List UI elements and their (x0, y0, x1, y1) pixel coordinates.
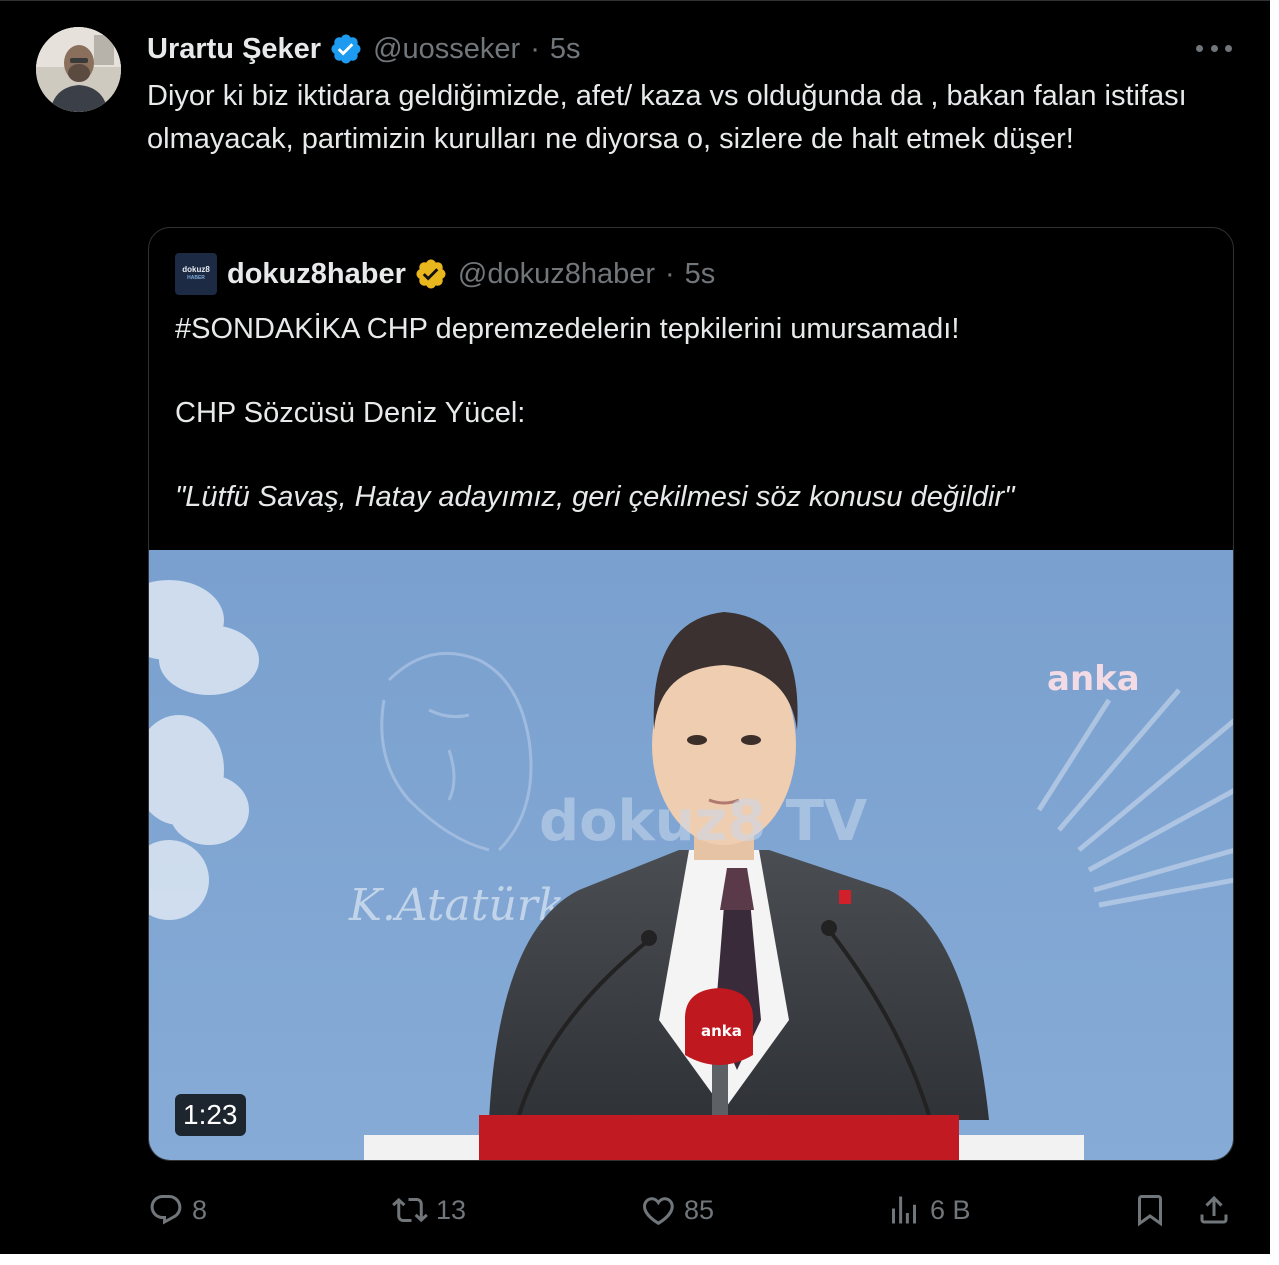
reply-icon (150, 1195, 182, 1225)
retweet-button[interactable]: 13 (392, 1187, 466, 1233)
share-button[interactable] (1196, 1187, 1240, 1233)
video-thumbnail[interactable]: K.Atatürk anka dokuz8 TV anka (149, 550, 1234, 1161)
logo-subtext: HABER (187, 275, 205, 281)
like-button[interactable]: 85 (640, 1187, 714, 1233)
quoted-header: dokuz8 HABER dokuz8haber @dokuz8haber · … (175, 253, 716, 295)
quoted-avatar[interactable]: dokuz8 HABER (175, 253, 217, 295)
video-player[interactable]: K.Atatürk anka dokuz8 TV anka 1:23 (149, 550, 1234, 1161)
verified-badge-icon (331, 34, 361, 64)
quoted-author-name[interactable]: dokuz8haber (227, 258, 406, 291)
like-icon (643, 1197, 674, 1226)
avatar[interactable] (36, 27, 121, 112)
more-horizontal-icon[interactable] (1196, 35, 1232, 61)
quoted-timestamp[interactable]: 5s (685, 258, 716, 291)
action-bar: 8 13 85 6 B (148, 1187, 1238, 1233)
views-count: 6 B (930, 1194, 971, 1225)
anka-watermark: anka (1047, 659, 1140, 699)
retweet-count: 13 (436, 1194, 467, 1225)
dokuz8-watermark: dokuz8 TV (539, 789, 868, 854)
podium (479, 1115, 959, 1160)
tweet-text: Diyor ki biz iktidara geldiğimizde, afet… (147, 80, 1187, 155)
timestamp[interactable]: 5s (550, 33, 581, 66)
quoted-text: #SONDAKİKA CHP depremzedelerin tepkileri… (175, 308, 1215, 518)
video-duration: 1:23 (175, 1094, 246, 1136)
views-icon (892, 1196, 916, 1224)
quoted-tweet[interactable]: dokuz8 HABER dokuz8haber @dokuz8haber · … (148, 227, 1234, 1161)
reply-button[interactable]: 8 (148, 1187, 207, 1233)
author-name[interactable]: Urartu Şeker (147, 33, 321, 66)
separator-dot: · (665, 257, 675, 290)
author-handle[interactable]: @uosseker (373, 33, 520, 66)
reply-count: 8 (192, 1194, 208, 1225)
quoted-line-speaker: CHP Sözcüsü Deniz Yücel: (175, 397, 526, 429)
signature-watermark: K.Atatürk (348, 880, 565, 931)
logo-text: dokuz8 (182, 265, 210, 274)
quoted-line-quote: "Lütfü Savaş, Hatay adayımız, geri çekil… (175, 481, 1015, 513)
tweet-header: Urartu Şeker @uosseker · 5s (147, 29, 581, 69)
views-button[interactable]: 6 B (886, 1187, 971, 1233)
quoted-author-handle[interactable]: @dokuz8haber (458, 258, 655, 291)
retweet-icon (392, 1197, 428, 1223)
share-icon (1200, 1195, 1228, 1224)
bookmark-button[interactable] (1132, 1187, 1176, 1233)
like-count: 85 (684, 1194, 715, 1225)
tweet-card[interactable]: Urartu Şeker @uosseker · 5s Diyor ki biz… (0, 0, 1270, 1254)
svg-text:anka: anka (701, 1022, 742, 1040)
verified-gold-badge-icon (416, 259, 446, 289)
quoted-line-headline: #SONDAKİKA CHP depremzedelerin tepkileri… (175, 313, 960, 345)
bookmark-icon (1138, 1195, 1162, 1227)
separator-dot: · (530, 32, 540, 65)
